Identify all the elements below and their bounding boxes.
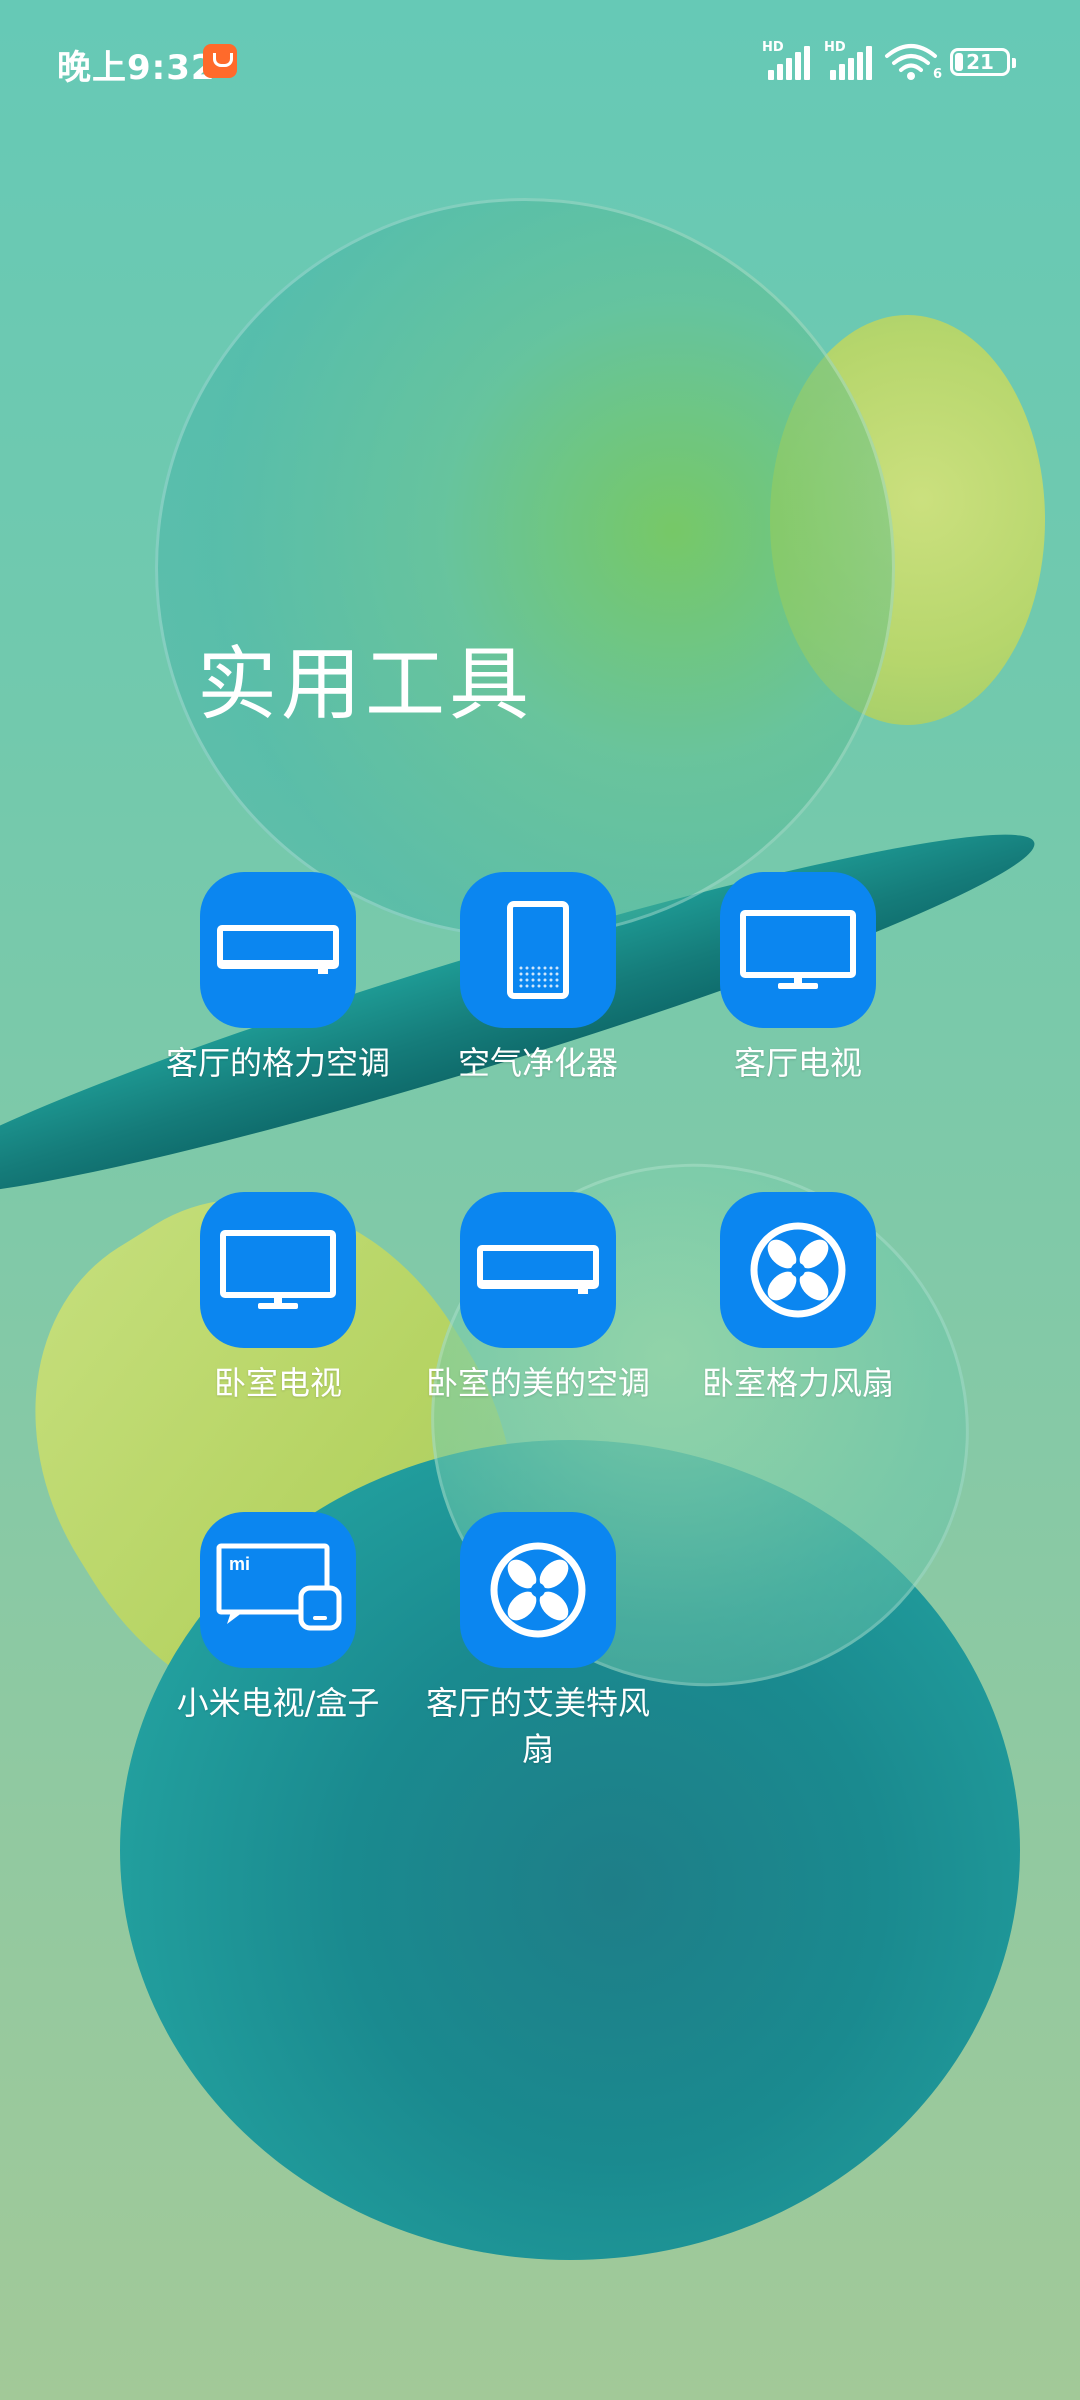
fan-icon[interactable] — [720, 1192, 876, 1348]
app-label: 客厅的格力空调 — [165, 1044, 390, 1082]
svg-text:mi: mi — [229, 1554, 250, 1574]
app-bedroom-midea-ac[interactable]: 卧室的美的空调 — [408, 1192, 668, 1406]
app-label: 客厅电视 — [733, 1044, 862, 1082]
air-conditioner-icon[interactable] — [200, 872, 356, 1028]
tv-icon[interactable] — [720, 872, 876, 1028]
app-living-room-tv[interactable]: 客厅电视 — [668, 872, 928, 1086]
mi-tv-box-icon[interactable]: mi — [200, 1512, 356, 1668]
app-label: 客厅的艾美特风扇 — [425, 1684, 650, 1768]
fan-icon[interactable] — [460, 1512, 616, 1668]
air-conditioner-icon[interactable] — [460, 1192, 616, 1348]
tv-icon[interactable] — [200, 1192, 356, 1348]
air-purifier-icon[interactable] — [460, 872, 616, 1028]
app-label: 小米电视/盒子 — [176, 1684, 380, 1722]
app-air-purifier[interactable]: 空气净化器 — [408, 872, 668, 1086]
app-label: 空气净化器 — [457, 1044, 618, 1082]
app-label: 卧室电视 — [213, 1364, 342, 1402]
app-bedroom-gree-fan[interactable]: 卧室格力风扇 — [668, 1192, 928, 1406]
app-living-room-gree-ac[interactable]: 客厅的格力空调 — [148, 872, 408, 1086]
app-grid: 客厅的格力空调 空气净化器 客厅电视 卧室电视 卧室的美的空调 卧室格力风扇 m… — [0, 0, 1080, 2400]
app-label: 卧室格力风扇 — [701, 1364, 894, 1402]
app-bedroom-tv[interactable]: 卧室电视 — [148, 1192, 408, 1406]
app-living-room-airmate-fan[interactable]: 客厅的艾美特风扇 — [408, 1512, 668, 1772]
app-mi-tv-box[interactable]: mi 小米电视/盒子 — [148, 1512, 408, 1726]
app-label: 卧室的美的空调 — [425, 1364, 650, 1402]
